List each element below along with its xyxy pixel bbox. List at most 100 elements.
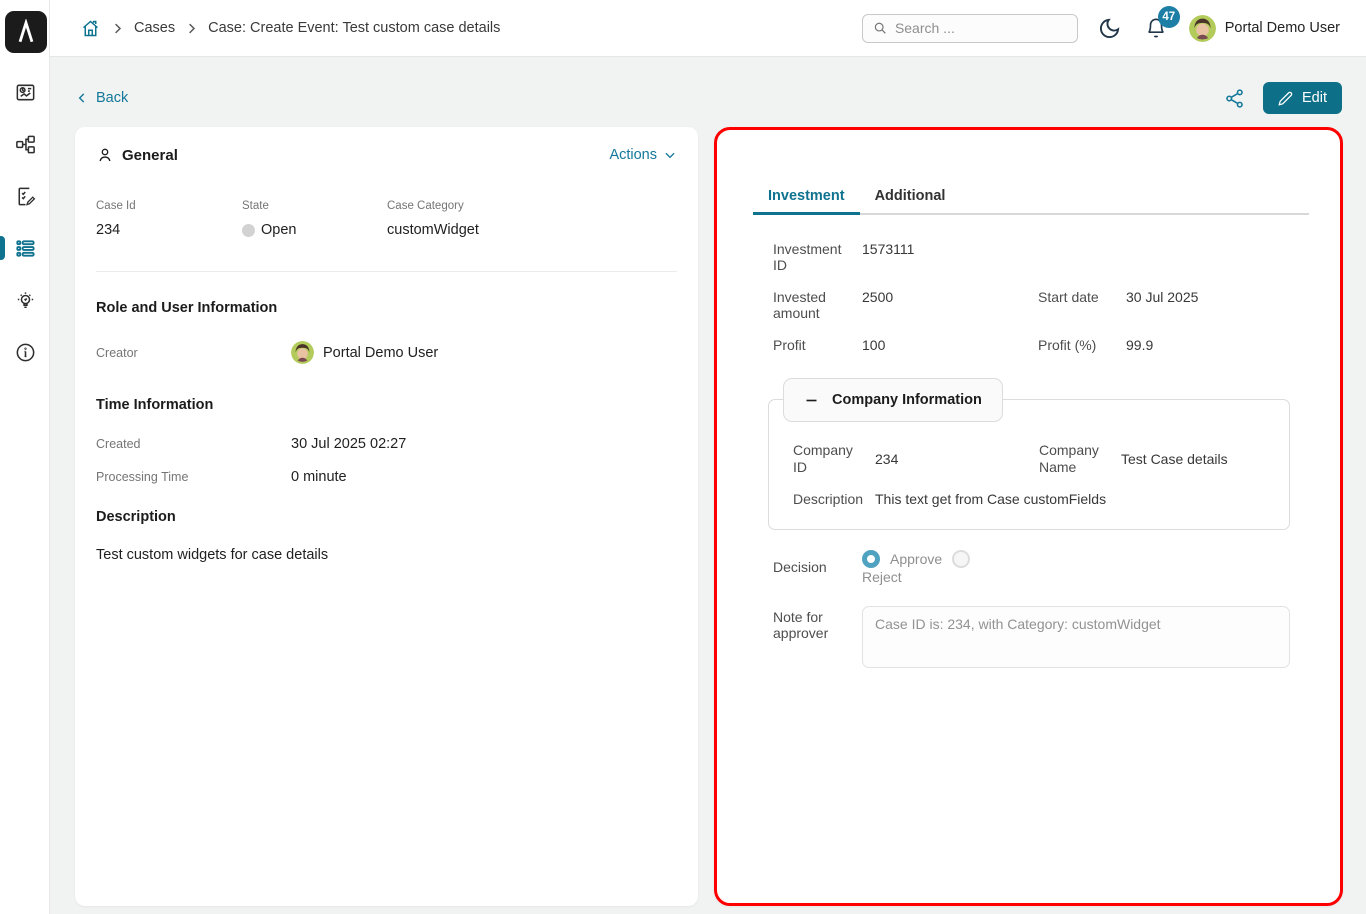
radio-approve[interactable] [862, 550, 880, 568]
invested-amount-label: Invested amount [773, 289, 862, 321]
created-row: Created 30 Jul 2025 02:27 [96, 436, 677, 452]
info-icon [14, 341, 37, 364]
custom-widget-card: Investment Additional Investment ID 1573… [714, 127, 1343, 906]
general-card-title: General [122, 147, 178, 164]
dark-mode-toggle[interactable] [1098, 17, 1121, 40]
radio-approve-label[interactable]: Approve [890, 551, 942, 567]
topbar: Cases Case: Create Event: Test custom ca… [50, 0, 1366, 57]
time-section-heading: Time Information [96, 397, 677, 413]
user-name: Portal Demo User [1225, 20, 1340, 36]
invested-amount-value: 2500 [862, 289, 1038, 321]
note-row: Note for approver [773, 606, 1290, 668]
share-button[interactable] [1224, 88, 1245, 109]
lightbulb-icon [14, 289, 37, 312]
processing-time-value: 0 minute [291, 469, 677, 485]
creator-row: Creator Portal Demo User [96, 341, 677, 364]
details-tabs: Investment Additional [753, 182, 1309, 215]
description-text: Test custom widgets for case details [96, 547, 677, 563]
main-content: Back Edit [50, 57, 1366, 914]
tab-additional[interactable]: Additional [860, 182, 961, 215]
general-card: General Actions Case Id 234 State Open [75, 127, 698, 906]
investment-id-value: 1573111 [862, 241, 1038, 273]
processes-icon [14, 133, 37, 156]
profit-percent-label: Profit (%) [1038, 337, 1126, 353]
sidebar-item-tasks[interactable] [0, 170, 50, 222]
case-id-value: 234 [96, 222, 242, 238]
sidebar-item-dashboard[interactable] [0, 66, 50, 118]
note-for-approver-textarea[interactable] [862, 606, 1290, 668]
note-label: Note for approver [773, 606, 862, 641]
user-avatar [1189, 15, 1216, 42]
company-id-value: 234 [875, 451, 1039, 467]
chevron-down-icon [663, 148, 677, 162]
company-information-legend[interactable]: Company Information [783, 378, 1003, 422]
pencil-icon [1278, 91, 1293, 106]
decision-row: Decision Approve Reject [773, 550, 1290, 585]
profit-percent-value: 99.9 [1126, 337, 1290, 353]
sidebar-item-cases[interactable] [0, 222, 50, 274]
edit-button[interactable]: Edit [1263, 82, 1342, 114]
start-date-label: Start date [1038, 289, 1126, 321]
case-category-label: Case Category [387, 200, 677, 212]
app-logo[interactable] [5, 11, 47, 53]
back-button[interactable]: Back [75, 90, 128, 106]
global-search [862, 14, 1078, 43]
page-toolbar: Back Edit [75, 82, 1342, 114]
moon-icon [1098, 17, 1121, 40]
notification-count-badge: 47 [1158, 6, 1180, 28]
sidebar-item-help[interactable] [0, 274, 50, 326]
created-value: 30 Jul 2025 02:27 [291, 436, 677, 452]
processing-time-label: Processing Time [96, 470, 291, 484]
axon-ivy-logo-icon [13, 19, 39, 45]
creator-name: Portal Demo User [323, 345, 438, 361]
processing-time-row: Processing Time 0 minute [96, 469, 677, 485]
company-description-value: This text get from Case customFields [875, 491, 1265, 507]
tasks-icon [14, 185, 37, 208]
notifications-button[interactable]: 47 [1145, 17, 1167, 40]
sidebar-nav [0, 66, 49, 378]
role-section-heading: Role and User Information [96, 300, 677, 316]
start-date-value: 30 Jul 2025 [1126, 289, 1290, 321]
state-value: Open [242, 222, 387, 238]
breadcrumb: Cases Case: Create Event: Test custom ca… [80, 18, 500, 39]
breadcrumb-current: Case: Create Event: Test custom case det… [208, 20, 500, 36]
divider [96, 271, 677, 272]
company-information-fieldset: Company Information Company ID 234 Compa… [768, 399, 1290, 529]
sidebar-item-info[interactable] [0, 326, 50, 378]
creator-avatar [291, 341, 314, 364]
chevron-left-icon [75, 91, 89, 105]
description-heading: Description [96, 509, 677, 525]
created-label: Created [96, 437, 291, 451]
state-label: State [242, 200, 387, 212]
breadcrumb-cases-link[interactable]: Cases [134, 20, 175, 36]
decision-radio-group: Approve Reject [862, 550, 994, 585]
company-id-label: Company ID [793, 442, 875, 474]
chevron-right-icon [184, 21, 199, 36]
tab-investment[interactable]: Investment [753, 182, 860, 215]
case-category-value: customWidget [387, 222, 677, 238]
search-input[interactable] [895, 20, 1067, 36]
radio-reject-label[interactable]: Reject [862, 569, 902, 585]
sidebar-item-processes[interactable] [0, 118, 50, 170]
user-menu[interactable]: Portal Demo User [1189, 15, 1340, 42]
company-description-label: Description [793, 491, 875, 507]
state-dot-icon [242, 224, 255, 237]
profit-label: Profit [773, 337, 862, 353]
radio-reject[interactable] [952, 550, 970, 568]
cases-icon [14, 237, 37, 260]
home-icon[interactable] [80, 18, 101, 39]
topbar-actions: 47 Portal Demo User [862, 14, 1340, 43]
profit-value: 100 [862, 337, 1038, 353]
case-id-label: Case Id [96, 200, 242, 212]
investment-panel: Investment ID 1573111 Invested amount 25… [717, 215, 1340, 668]
collapse-minus-icon [804, 393, 819, 408]
investment-id-label: Investment ID [773, 241, 862, 273]
company-name-value: Test Case details [1121, 451, 1265, 467]
decision-label: Decision [773, 559, 862, 575]
actions-dropdown[interactable]: Actions [609, 147, 677, 163]
dashboard-icon [14, 81, 37, 104]
company-name-label: Company Name [1039, 442, 1121, 474]
creator-label: Creator [96, 346, 291, 360]
case-summary-fields: Case Id 234 State Open Case Category cus… [96, 200, 677, 238]
person-icon [96, 146, 114, 164]
